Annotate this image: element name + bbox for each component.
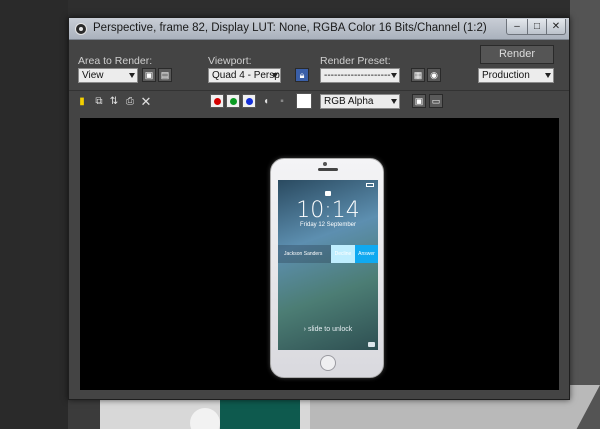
preset-load-icon[interactable]: ◉ [427,68,441,82]
desktop-background-left [0,0,68,429]
frame-icon[interactable]: ▭ [429,94,443,108]
close-button[interactable]: ✕ [546,19,566,35]
camera-shortcut-icon [368,342,375,347]
chevron-down-icon [391,73,397,78]
app-icon[interactable] [75,23,87,35]
call-notification: Jackson Sanders Decline Answer [278,245,378,263]
desktop-background-green-panel [220,396,300,429]
answer-action: Answer [355,245,378,263]
area-to-render-label: Area to Render: [78,55,153,67]
desktop-background-right [570,0,600,429]
render-output-area: 10:14 Friday 12 September Jackson Sander… [80,118,559,390]
phone-screen: 10:14 Friday 12 September Jackson Sander… [278,180,378,350]
status-bar [281,182,375,190]
lock-icon [325,191,331,196]
preset-save-icon[interactable]: ▦ [411,68,425,82]
red-channel-toggle[interactable] [210,94,224,108]
auto-region-icon[interactable]: ▤ [158,68,172,82]
copy-icon[interactable]: ⧉ [93,96,105,108]
render-preset-label: Render Preset: [320,55,391,67]
chevron-down-icon [391,99,397,104]
slide-to-unlock: › slide to unlock [303,326,353,333]
chevron-down-icon [545,73,551,78]
minimize-button[interactable]: – [506,19,528,35]
production-dropdown[interactable]: Production [478,68,554,83]
maximize-button[interactable]: □ [527,19,547,35]
area-to-render-value: View [82,70,104,81]
channel-value: RGB Alpha [324,96,374,107]
save-icon[interactable]: ▮ [76,96,88,108]
render-button[interactable]: Render [480,45,554,64]
chevron-down-icon [272,73,278,78]
area-to-render-dropdown[interactable]: View [78,68,138,83]
clear-icon[interactable]: ✕ [140,95,152,108]
battery-icon [366,183,374,187]
color-swatch[interactable] [296,93,312,109]
print-icon[interactable]: ⎙ [124,96,136,108]
toolbar-divider [69,90,569,91]
display-icon[interactable]: ▣ [412,94,426,108]
home-button [320,355,336,371]
viewport-value: Quad 4 - Perspec [212,70,280,81]
clone-icon[interactable]: ⇅ [108,96,120,108]
mono-icon[interactable]: ▪ [276,96,288,108]
speaker-grille [318,168,338,171]
blue-channel-toggle[interactable] [242,94,256,108]
channel-dropdown[interactable]: RGB Alpha [320,94,400,109]
window-title: Perspective, frame 82, Display LUT: None… [93,22,487,34]
caller-name: Jackson Sanders [284,251,323,257]
rendered-frame-window: Perspective, frame 82, Display LUT: None… [68,17,570,400]
front-camera [323,162,327,166]
lockscreen-date: Friday 12 September [299,222,357,228]
edit-region-icon[interactable]: ▣ [142,68,156,82]
slide-to-unlock-text: slide to unlock [307,326,353,333]
lockscreen-clock: 10:14 [296,198,360,223]
viewport-label: Viewport: [208,55,252,67]
title-bar[interactable]: Perspective, frame 82, Display LUT: None… [69,18,569,40]
green-channel-toggle[interactable] [226,94,240,108]
alpha-channel-icon[interactable]: ◖ [260,96,272,108]
production-value: Production [482,70,530,81]
viewport-dropdown[interactable]: Quad 4 - Perspec [208,68,281,83]
render-preset-value: -------------------- [324,70,391,81]
phone-render: 10:14 Friday 12 September Jackson Sander… [270,158,384,378]
decline-action: Decline [331,245,355,263]
chevron-down-icon [129,73,135,78]
render-preset-dropdown[interactable]: -------------------- [320,68,400,83]
lock-viewport-icon[interactable]: 🔒︎ [295,68,309,82]
